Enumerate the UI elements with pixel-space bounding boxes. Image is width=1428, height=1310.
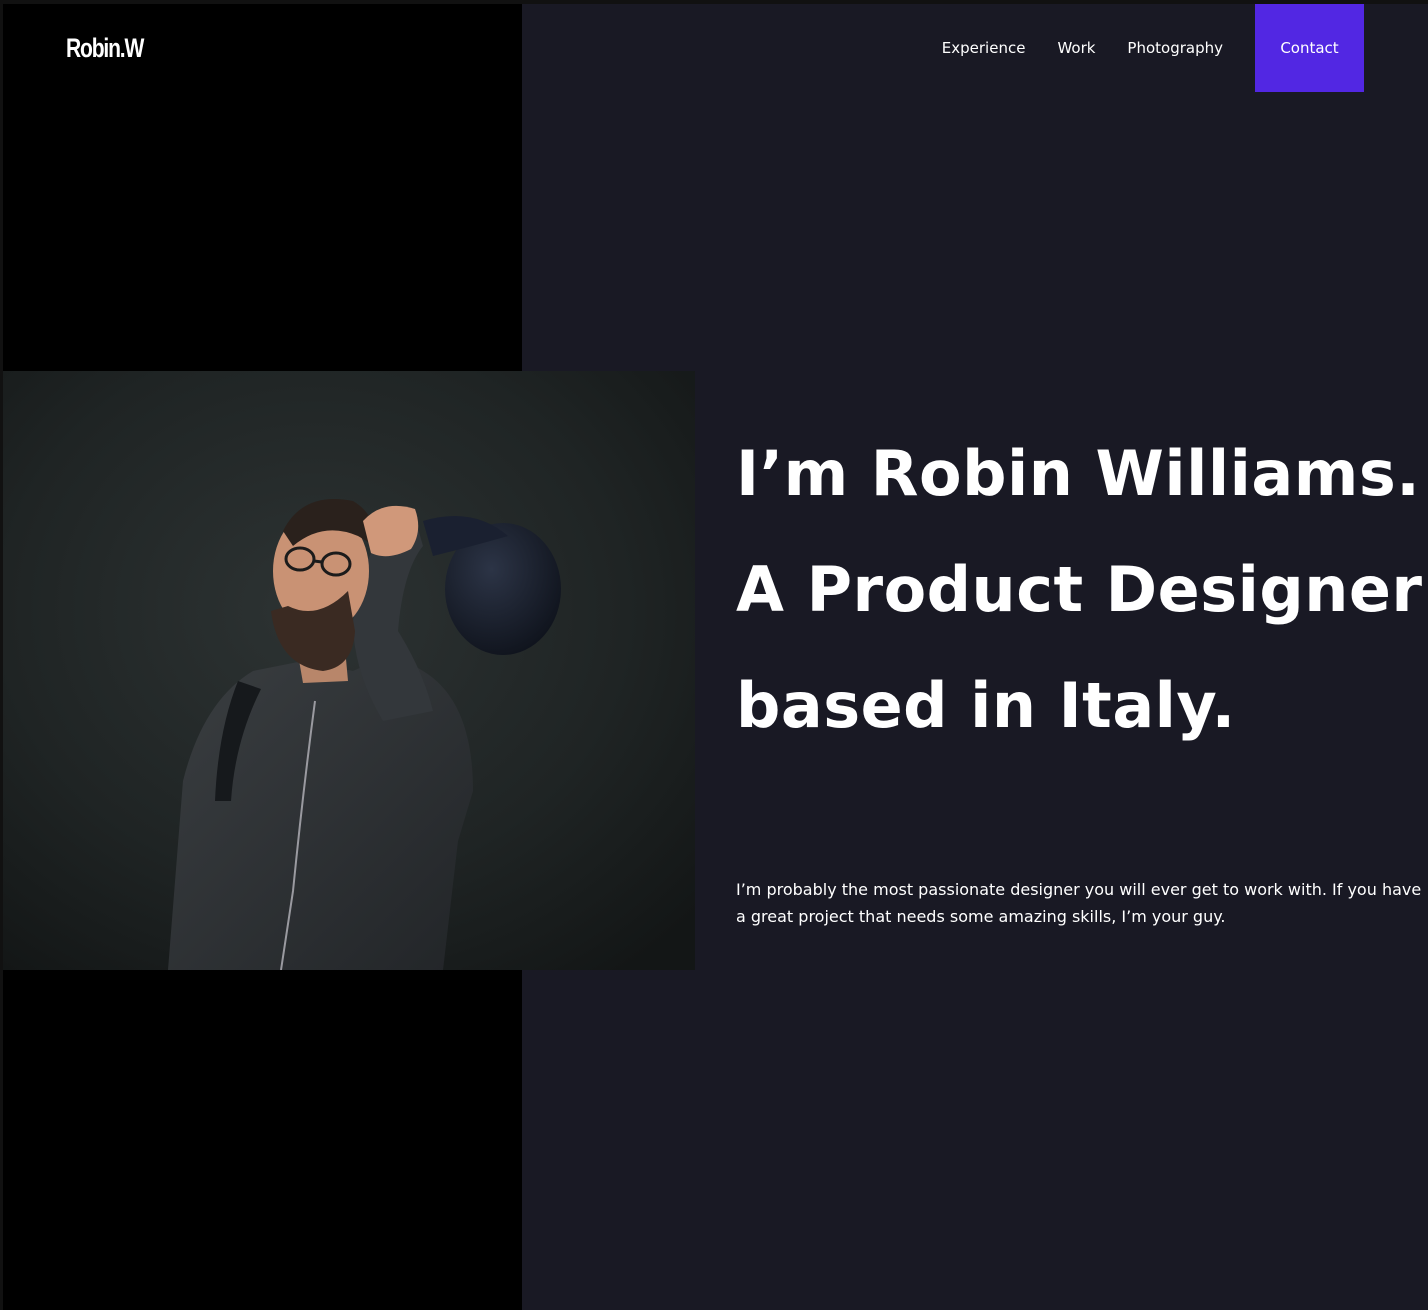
contact-button[interactable]: Contact: [1255, 4, 1364, 92]
nav-link-work[interactable]: Work: [1057, 4, 1095, 92]
profile-photo: [3, 371, 695, 970]
page-frame: Robin.W Experience Work Photography Cont…: [3, 4, 1428, 1310]
hero-subtitle: I’m probably the most passionate designe…: [736, 880, 1422, 926]
nav-link-experience[interactable]: Experience: [942, 4, 1026, 92]
nav-link-photography[interactable]: Photography: [1127, 4, 1223, 92]
main-nav: Experience Work Photography Contact: [942, 4, 1364, 92]
site-logo[interactable]: Robin.W: [66, 32, 144, 64]
hero-title: I’m Robin Williams. A Product Designer b…: [736, 437, 1423, 742]
